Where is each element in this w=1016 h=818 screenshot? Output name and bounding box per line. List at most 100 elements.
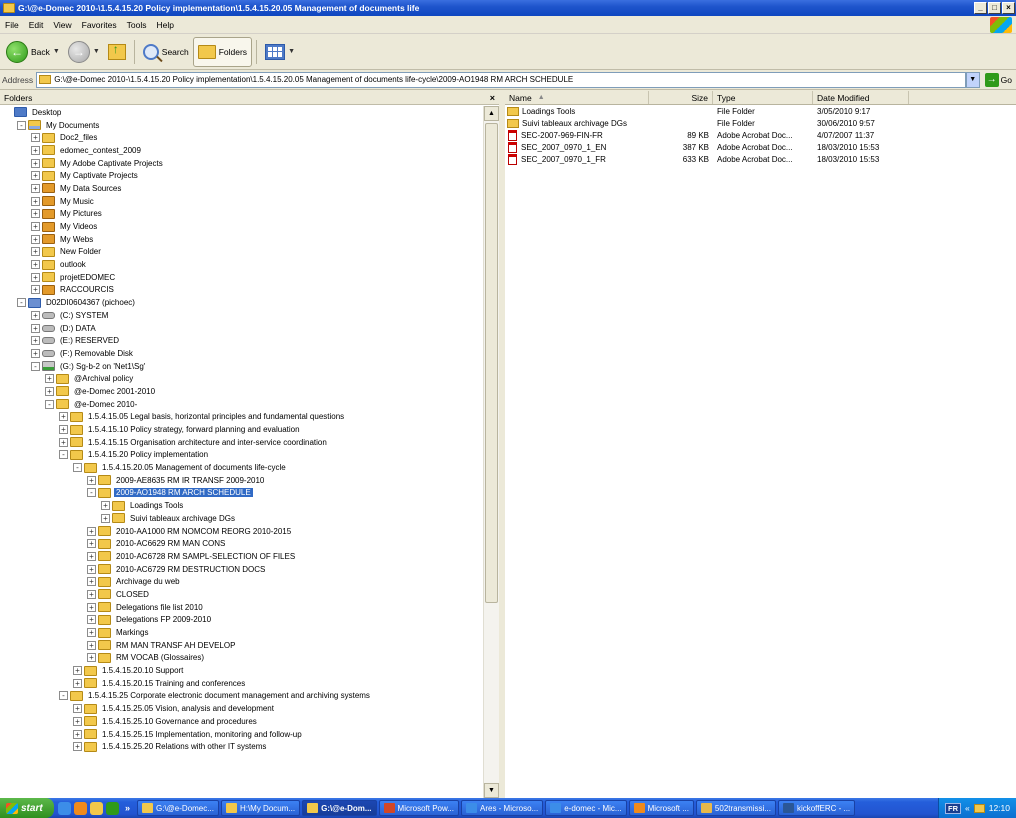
expand-icon[interactable]: + — [87, 526, 96, 536]
tree-item[interactable]: + (D:) DATA — [0, 322, 485, 335]
expand-icon[interactable]: + — [87, 475, 96, 485]
tree-item[interactable]: + Delegations file list 2010 — [0, 601, 485, 614]
chevron-down-icon[interactable]: ▼ — [53, 48, 60, 55]
tree-item[interactable]: + Markings — [0, 626, 485, 639]
file-row[interactable]: SEC-2007-969-FIN-FR 89 KB Adobe Acrobat Do… — [505, 129, 1016, 141]
tree-item[interactable]: + CLOSED — [0, 588, 485, 601]
file-row[interactable]: Suivi tableaux archivage DGs File Folder 3… — [505, 117, 1016, 129]
tree-item[interactable]: + RACCOURCIS — [0, 284, 485, 297]
tree-item[interactable]: +2010-AC6729 RM DESTRUCTION DOCS — [0, 563, 485, 576]
menu-favorites[interactable]: Favorites — [77, 20, 122, 30]
messenger-icon[interactable] — [106, 801, 119, 815]
explorer-icon[interactable] — [90, 801, 103, 815]
taskbar-button[interactable]: G:\@e-Dom... — [302, 800, 377, 816]
expand-icon[interactable]: + — [59, 437, 68, 447]
tree-item[interactable]: +1.5.4.15.25.10 Governance and procedure… — [0, 715, 485, 728]
expand-icon[interactable]: + — [31, 133, 40, 143]
file-row[interactable]: SEC_2007_0970_1_EN 387 KB Adobe Acrobat Do… — [505, 142, 1016, 154]
tree-item[interactable]: + My Pictures — [0, 208, 485, 221]
expand-icon[interactable]: + — [45, 386, 54, 396]
tree-item[interactable]: + My Videos — [0, 220, 485, 233]
tree-item[interactable]: - (G:) Sg-b-2 on 'Net1\Sg' — [0, 360, 485, 373]
scroll-thumb[interactable] — [485, 123, 498, 603]
expand-icon[interactable]: + — [73, 666, 82, 676]
menu-tools[interactable]: Tools — [122, 20, 152, 30]
tree-item[interactable]: + My Webs — [0, 233, 485, 246]
address-input[interactable]: G:\@e-Domec 2010-\1.5.4.15.20 Policy imp… — [36, 71, 966, 88]
minimize-button[interactable]: _ — [974, 2, 987, 14]
menu-file[interactable]: File — [0, 20, 24, 30]
collapse-icon[interactable]: - — [45, 399, 54, 409]
browser-icon[interactable] — [58, 801, 71, 815]
close-button[interactable]: × — [1002, 2, 1015, 14]
column-name[interactable]: Name ▲ — [505, 91, 649, 104]
expand-icon[interactable]: + — [87, 551, 96, 561]
tree-item[interactable]: +1.5.4.15.25.15 Implementation, monitori… — [0, 728, 485, 741]
go-button[interactable]: → Go — [983, 72, 1014, 87]
tree-item[interactable]: - 1.5.4.15.20 Policy implementation — [0, 449, 485, 462]
up-folder-button[interactable] — [104, 37, 130, 67]
tree-item[interactable]: + Suivi tableaux archivage DGs — [0, 512, 485, 525]
tree-item[interactable]: + My Adobe Captivate Projects — [0, 157, 485, 170]
tree-item[interactable]: + Loadings Tools — [0, 499, 485, 512]
tree-item[interactable]: +1.5.4.15.25.05 Vision, analysis and dev… — [0, 702, 485, 715]
expand-icon[interactable]: + — [87, 640, 96, 650]
chevron-down-icon[interactable]: ▼ — [93, 48, 100, 55]
scroll-up-button[interactable]: ▲ — [484, 106, 499, 121]
tree-item[interactable]: + projetEDOMEC — [0, 271, 485, 284]
expand-icon[interactable]: + — [31, 145, 40, 155]
collapse-icon[interactable]: - — [87, 488, 96, 498]
tree-item[interactable]: + RM VOCAB (Glossaires) — [0, 652, 485, 665]
expand-icon[interactable]: + — [87, 577, 96, 587]
language-indicator[interactable]: FR — [944, 802, 961, 814]
tree-item[interactable]: +1.5.4.15.10 Policy strategy, forward pl… — [0, 423, 485, 436]
expand-icon[interactable]: + — [31, 336, 40, 346]
expand-icon[interactable]: + — [87, 653, 96, 663]
tree-item[interactable]: +1.5.4.15.05 Legal basis, horizontal pri… — [0, 411, 485, 424]
tree-item[interactable]: - 2009-AO1948 RM ARCH SCHEDULE — [0, 487, 485, 500]
back-button[interactable]: ← Back ▼ — [2, 37, 64, 67]
taskbar-button[interactable]: kickoffERC - ... — [777, 800, 856, 816]
collapse-icon[interactable]: - — [17, 298, 26, 308]
tree-item[interactable]: + edomec_contest_2009 — [0, 144, 485, 157]
tree-item[interactable]: + Archivage du web — [0, 575, 485, 588]
menu-view[interactable]: View — [48, 20, 76, 30]
tree-item[interactable]: + (E:) RESERVED — [0, 334, 485, 347]
file-row[interactable]: Loadings Tools File Folder 3/05/2010 9:17 — [505, 105, 1016, 117]
tree-item[interactable]: + New Folder — [0, 246, 485, 259]
show-hidden-icons-button[interactable]: « — [965, 803, 970, 813]
expand-icon[interactable]: + — [31, 234, 40, 244]
tree-item[interactable]: + My Data Sources — [0, 182, 485, 195]
tree-item[interactable]: + (C:) SYSTEM — [0, 309, 485, 322]
taskbar-button[interactable]: Microsoft ... — [628, 800, 694, 816]
tree-item[interactable]: + My Music — [0, 195, 485, 208]
expand-icon[interactable]: + — [31, 323, 40, 333]
expand-icon[interactable]: + — [87, 564, 96, 574]
expand-icon[interactable]: + — [31, 196, 40, 206]
folder-icon[interactable] — [973, 803, 985, 813]
tree-item[interactable]: - My Documents — [0, 119, 485, 132]
expand-icon[interactable]: + — [73, 716, 82, 726]
tree-item[interactable]: - @e-Domec 2010- — [0, 398, 485, 411]
views-button[interactable]: ▼ — [261, 37, 299, 67]
expand-icon[interactable]: + — [59, 425, 68, 435]
tree-item[interactable]: Desktop — [0, 106, 485, 119]
expand-icon[interactable]: + — [101, 501, 110, 511]
tree-item[interactable]: +2009-AE8635 RM IR TRANSF 2009-2010 — [0, 474, 485, 487]
expand-icon[interactable]: + — [31, 158, 40, 168]
expand-icon[interactable]: + — [31, 171, 40, 181]
tree-item[interactable]: - 1.5.4.15.25 Corporate electronic docume… — [0, 690, 485, 703]
collapse-icon[interactable]: - — [31, 361, 40, 371]
tree-item[interactable]: +2010-AC6629 RM MAN CONS — [0, 537, 485, 550]
close-pane-button[interactable]: × — [490, 93, 495, 103]
tree-item[interactable]: + Delegations FP 2009-2010 — [0, 614, 485, 627]
tree-item[interactable]: +1.5.4.15.25.20 Relations with other IT … — [0, 740, 485, 753]
column-size[interactable]: Size — [649, 91, 713, 104]
column-type[interactable]: Type — [713, 91, 813, 104]
expand-icon[interactable]: + — [73, 729, 82, 739]
taskbar-button[interactable]: e-domec - Mic... — [545, 800, 627, 816]
collapse-icon[interactable]: - — [59, 450, 68, 460]
expand-icon[interactable]: + — [73, 678, 82, 688]
menu-help[interactable]: Help — [151, 20, 178, 30]
taskbar-button[interactable]: Microsoft Pow... — [378, 800, 459, 816]
